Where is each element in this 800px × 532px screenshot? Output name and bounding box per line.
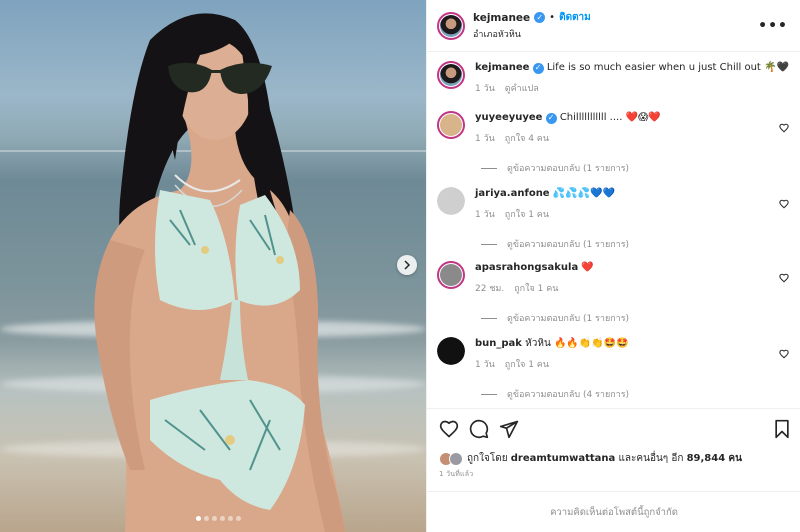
commenter-avatar[interactable] bbox=[437, 187, 465, 215]
commenter-username[interactable]: jariya.anfone bbox=[475, 188, 550, 199]
comment-likes[interactable]: ถูกใจ 4 คน bbox=[505, 131, 549, 145]
carousel-dot[interactable] bbox=[196, 516, 201, 521]
view-replies-button[interactable]: ดูข้อความตอบกลับ (1 รายการ) bbox=[481, 237, 629, 251]
view-replies-button[interactable]: ดูข้อความตอบกลับ (1 รายการ) bbox=[481, 161, 629, 175]
view-replies-label: ดูข้อความตอบกลับ (1 รายการ) bbox=[507, 164, 630, 174]
commenter-avatar[interactable] bbox=[437, 337, 465, 365]
liker-avatar[interactable] bbox=[449, 451, 463, 466]
carousel-dot[interactable] bbox=[220, 516, 225, 521]
caption-username[interactable]: kejmanee bbox=[475, 62, 529, 73]
replies-line bbox=[481, 243, 497, 245]
translate-link[interactable]: ดูคำแปล bbox=[505, 81, 539, 95]
comments-restricted-notice: ความคิดเห็นต่อโพสต์นี้ถูกจำกัด bbox=[427, 491, 800, 532]
bookmark-icon[interactable] bbox=[773, 419, 791, 439]
send-icon[interactable] bbox=[499, 419, 519, 439]
likes-middle: และคนอื่นๆ อีก bbox=[618, 453, 684, 464]
comment-like-heart-icon[interactable] bbox=[779, 123, 789, 133]
comment-text: ❤️ bbox=[581, 262, 594, 273]
comment-like-heart-icon[interactable] bbox=[779, 349, 789, 359]
commenter-username[interactable]: yuyeeyuyee bbox=[475, 112, 542, 123]
comment-like-heart-icon[interactable] bbox=[779, 273, 789, 283]
caption: kejmanee ✓ Life is so much easier when u… bbox=[437, 61, 791, 95]
comment-age: 22 ชม. bbox=[475, 284, 505, 294]
view-replies-label: ดูข้อความตอบกลับ (4 รายการ) bbox=[507, 390, 630, 400]
post-photo[interactable] bbox=[0, 0, 426, 532]
follow-button[interactable]: ติดตาม bbox=[559, 10, 591, 25]
commenter-username[interactable]: bun_pak bbox=[475, 338, 522, 349]
author-username[interactable]: kejmanee bbox=[473, 12, 530, 24]
comment-likes[interactable]: ถูกใจ 1 คน bbox=[514, 281, 558, 295]
commenter-avatar[interactable] bbox=[437, 111, 465, 139]
commenter-username[interactable]: apasrahongsakula bbox=[475, 262, 578, 273]
replies-line bbox=[481, 167, 497, 169]
post-actions: ถูกใจโดย dreamtumwattana และคนอื่นๆ อีก … bbox=[427, 408, 800, 532]
commenter-avatar[interactable] bbox=[437, 261, 465, 289]
comment-text: 💦💦💦💙💙 bbox=[552, 188, 616, 199]
post-location[interactable]: อำเภอหัวหิน bbox=[473, 27, 591, 41]
liker-username[interactable]: dreamtumwattana bbox=[511, 453, 616, 464]
comment-text: หัวหิน 🔥🔥👏👏🤩🤩 bbox=[525, 338, 629, 349]
woman-figure bbox=[94, 13, 345, 532]
comment-item: jariya.anfone 💦💦💦💙💙 1 วัน ถูกใจ 1 คน bbox=[437, 187, 791, 221]
likes-prefix: ถูกใจโดย bbox=[467, 453, 508, 464]
likes-suffix[interactable]: คน bbox=[728, 453, 742, 464]
comment-like-heart-icon[interactable] bbox=[779, 199, 789, 209]
view-replies-label: ดูข้อความตอบกลับ (1 รายการ) bbox=[507, 240, 630, 250]
commenter-avatar-image bbox=[437, 187, 465, 215]
verified-badge-icon: ✓ bbox=[532, 62, 544, 74]
comment-age: 1 วัน bbox=[475, 360, 495, 370]
verified-badge-icon: ✓ bbox=[545, 112, 557, 124]
comment-likes[interactable]: ถูกใจ 1 คน bbox=[505, 207, 549, 221]
carousel-dot[interactable] bbox=[212, 516, 217, 521]
more-horizontal-icon[interactable]: ••• bbox=[758, 18, 788, 34]
commenter-avatar-image bbox=[440, 264, 462, 286]
chevron-right-icon bbox=[404, 260, 411, 270]
caption-text: Life is so much easier when u just Chill… bbox=[546, 62, 789, 73]
comment-age: 1 วัน bbox=[475, 210, 495, 220]
carousel-dot[interactable] bbox=[228, 516, 233, 521]
post-header: kejmanee ✓ • ติดตาม อำเภอหัวหิน ••• bbox=[427, 0, 800, 52]
separator-dot: • bbox=[549, 12, 556, 23]
commenter-avatar-image bbox=[440, 114, 462, 136]
comment-text: Chilllllllllll .... ❤️😱❤️ bbox=[559, 112, 661, 123]
view-replies-button[interactable]: ดูข้อความตอบกลับ (4 รายการ) bbox=[481, 387, 629, 401]
post-side-panel: kejmanee ✓ • ติดตาม อำเภอหัวหิน ••• kejm… bbox=[426, 0, 800, 532]
likes-summary: ถูกใจโดย dreamtumwattana และคนอื่นๆ อีก … bbox=[439, 451, 742, 466]
next-photo-button[interactable] bbox=[397, 255, 417, 275]
view-replies-button[interactable]: ดูข้อความตอบกลับ (1 รายการ) bbox=[481, 311, 629, 325]
replies-line bbox=[481, 393, 497, 395]
carousel-dot[interactable] bbox=[204, 516, 209, 521]
replies-line bbox=[481, 317, 497, 319]
likes-count[interactable]: 89,844 bbox=[687, 453, 726, 464]
post-time[interactable]: 1 วันที่แล้ว bbox=[439, 469, 473, 480]
author-avatar[interactable] bbox=[437, 11, 465, 40]
carousel-dots bbox=[196, 516, 241, 521]
comment-icon[interactable] bbox=[469, 419, 489, 439]
comment-item: apasrahongsakula ❤️ 22 ชม. ถูกใจ 1 คน bbox=[437, 261, 791, 295]
verified-badge-icon: ✓ bbox=[534, 12, 546, 23]
comment-item: bun_pak หัวหิน 🔥🔥👏👏🤩🤩 1 วัน ถูกใจ 1 คน bbox=[437, 337, 791, 371]
comment-likes[interactable]: ถูกใจ 1 คน bbox=[505, 357, 549, 371]
comment-item: yuyeeyuyee ✓ Chilllllllllll .... ❤️😱❤️ 1… bbox=[437, 111, 791, 145]
commenter-avatar-image bbox=[437, 337, 465, 365]
view-replies-label: ดูข้อความตอบกลับ (1 รายการ) bbox=[507, 314, 630, 324]
comment-age: 1 วัน bbox=[475, 134, 495, 144]
caption-avatar[interactable] bbox=[437, 61, 465, 89]
comments-list[interactable]: kejmanee ✓ Life is so much easier when u… bbox=[427, 53, 800, 408]
caption-age: 1 วัน bbox=[475, 84, 495, 94]
post-dialog: kejmanee ✓ • ติดตาม อำเภอหัวหิน ••• kejm… bbox=[0, 0, 800, 532]
carousel-dot[interactable] bbox=[236, 516, 241, 521]
heart-icon[interactable] bbox=[439, 419, 459, 439]
